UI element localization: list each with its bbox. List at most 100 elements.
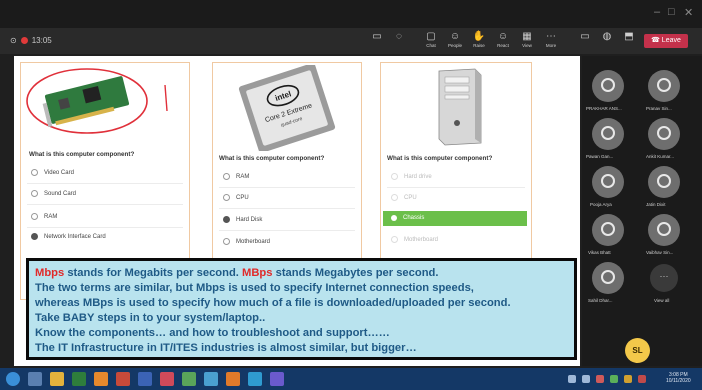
note-line-2: The two terms are similar, but Mbps is u… — [35, 282, 474, 294]
network-card-image — [26, 68, 168, 134]
avatar[interactable] — [648, 70, 680, 102]
self-avatar[interactable]: SL — [625, 338, 650, 363]
recording-time: 13:05 — [31, 36, 52, 45]
network-icon[interactable] — [568, 375, 576, 383]
ie-icon[interactable] — [28, 372, 42, 386]
react-button[interactable]: ☺ React — [494, 31, 512, 49]
divider — [27, 183, 183, 184]
recording-dot-icon — [20, 37, 28, 44]
more-button[interactable]: ⋯ More — [542, 31, 560, 49]
computer-tower-image — [438, 68, 482, 146]
office-icon[interactable] — [116, 372, 130, 386]
avatar[interactable] — [592, 70, 624, 102]
mic-icon: ◌ — [396, 31, 402, 42]
smiley-icon: ☺ — [497, 31, 509, 42]
hand-icon: ✋ — [472, 31, 486, 42]
camera-button[interactable]: ▭ — [368, 31, 386, 43]
divider — [387, 187, 525, 188]
firefox-icon[interactable] — [94, 372, 108, 386]
question-text: What is this computer component? — [387, 155, 493, 162]
share-icon: ⬒ — [624, 31, 634, 42]
close-icon[interactable]: ✕ — [684, 6, 693, 19]
option-item-selected[interactable]: Network Interface Card — [31, 233, 106, 240]
browser-icon[interactable] — [248, 372, 262, 386]
tray-icon[interactable] — [624, 375, 632, 383]
avatar[interactable] — [648, 118, 680, 150]
excel-icon[interactable] — [72, 372, 86, 386]
people-icon: ☺ — [449, 31, 461, 42]
view-all-button[interactable]: ⋯ — [650, 264, 678, 292]
media-icon[interactable] — [226, 372, 240, 386]
question-text: What is this computer component? — [219, 155, 325, 162]
divider — [219, 208, 355, 209]
microphone-icon: ◍ — [602, 31, 612, 42]
note-line-4: Take BABY steps in to your system/laptop… — [35, 312, 266, 324]
option-item[interactable]: RAM — [31, 213, 57, 220]
note-line-3: whereas MBps is used to specify how much… — [35, 297, 511, 309]
volume-icon[interactable] — [582, 375, 590, 383]
tray-icon[interactable] — [596, 375, 604, 383]
chat-button[interactable]: ▢ Chat — [422, 31, 440, 49]
avatar[interactable] — [592, 166, 624, 198]
avatar[interactable] — [592, 118, 624, 150]
raise-hand-button[interactable]: ✋ Raise — [470, 31, 488, 49]
divider — [219, 187, 355, 188]
cpu-chip-image: intel Core 2 Extreme quad-core — [238, 65, 336, 151]
app-icon[interactable] — [182, 372, 196, 386]
chrome-icon[interactable] — [204, 372, 218, 386]
tray-icon[interactable] — [610, 375, 618, 383]
option-item-selected[interactable]: Hard Disk — [223, 216, 262, 223]
tray-icon[interactable] — [638, 375, 646, 383]
powerpoint-icon[interactable] — [160, 372, 174, 386]
teams-icon[interactable] — [270, 372, 284, 386]
divider — [27, 204, 183, 205]
note-line-5: Know the components… and how to troubles… — [35, 327, 390, 339]
avatar[interactable] — [592, 262, 624, 294]
explanation-note: Mbps stands for Megabits per second. MBp… — [26, 258, 577, 360]
option-item-correct[interactable]: Chassis — [383, 211, 527, 226]
more-icon: ⋯ — [546, 31, 556, 42]
camera-toggle-button[interactable]: ▭ — [576, 31, 594, 43]
option-item[interactable]: Motherboard — [391, 236, 438, 243]
word-icon[interactable] — [138, 372, 152, 386]
option-item[interactable]: CPU — [391, 194, 417, 201]
system-clock[interactable]: 3:08 PM 10/11/2020 — [666, 372, 691, 384]
participants-panel: PRAKHAR ANS... Pranav Sin... Pawan Gan..… — [582, 56, 702, 366]
option-item[interactable]: RAM — [223, 173, 249, 180]
divider — [219, 230, 355, 231]
maximize-icon[interactable]: □ — [668, 6, 675, 18]
mic-toggle-button[interactable]: ◍ — [598, 31, 616, 43]
option-item[interactable]: Motherboard — [223, 238, 270, 245]
view-button[interactable]: ▦ View — [518, 31, 536, 49]
avatar[interactable] — [648, 166, 680, 198]
option-item[interactable]: Video Card — [31, 169, 74, 176]
selected-radio-icon — [391, 215, 397, 221]
recording-indicator: ⊙ 13:05 — [10, 36, 52, 45]
grid-icon: ▦ — [522, 31, 532, 42]
meeting-toolbar: ⊙ 13:05 ▭ ◌ ▢ Chat ☺ People ✋ Raise ☺ React … — [0, 28, 702, 54]
shared-screen: What is this computer component? Video C… — [14, 56, 580, 366]
phone-icon: ☎ — [651, 37, 660, 44]
divider — [27, 227, 183, 228]
minimize-icon[interactable]: – — [654, 6, 660, 18]
note-line-1: Mbps stands for Megabits per second. MBp… — [35, 267, 439, 279]
option-item[interactable]: Sound Card — [31, 190, 76, 197]
leave-button[interactable]: ☎ Leave — [644, 34, 688, 48]
question-text: What is this computer component? — [29, 151, 135, 158]
share-button[interactable]: ⬒ — [620, 31, 638, 43]
chat-icon: ▢ — [426, 31, 436, 42]
folder-icon[interactable] — [50, 372, 64, 386]
option-item[interactable]: CPU — [223, 194, 249, 201]
avatar[interactable] — [592, 214, 624, 246]
option-item[interactable]: Hard drive — [391, 173, 432, 180]
avatar[interactable] — [648, 214, 680, 246]
mic-button[interactable]: ◌ — [390, 31, 408, 43]
start-icon[interactable] — [6, 372, 20, 386]
video-icon: ▭ — [580, 31, 590, 42]
note-line-6: The IT Infrastructure in IT/ITES industr… — [35, 342, 417, 354]
shield-icon: ⊙ — [10, 36, 17, 45]
camera-icon: ▭ — [372, 31, 382, 42]
windows-taskbar: 3:08 PM 10/11/2020 — [0, 368, 702, 390]
people-button[interactable]: ☺ People — [446, 31, 464, 49]
title-bar: – □ ✕ — [0, 0, 702, 28]
